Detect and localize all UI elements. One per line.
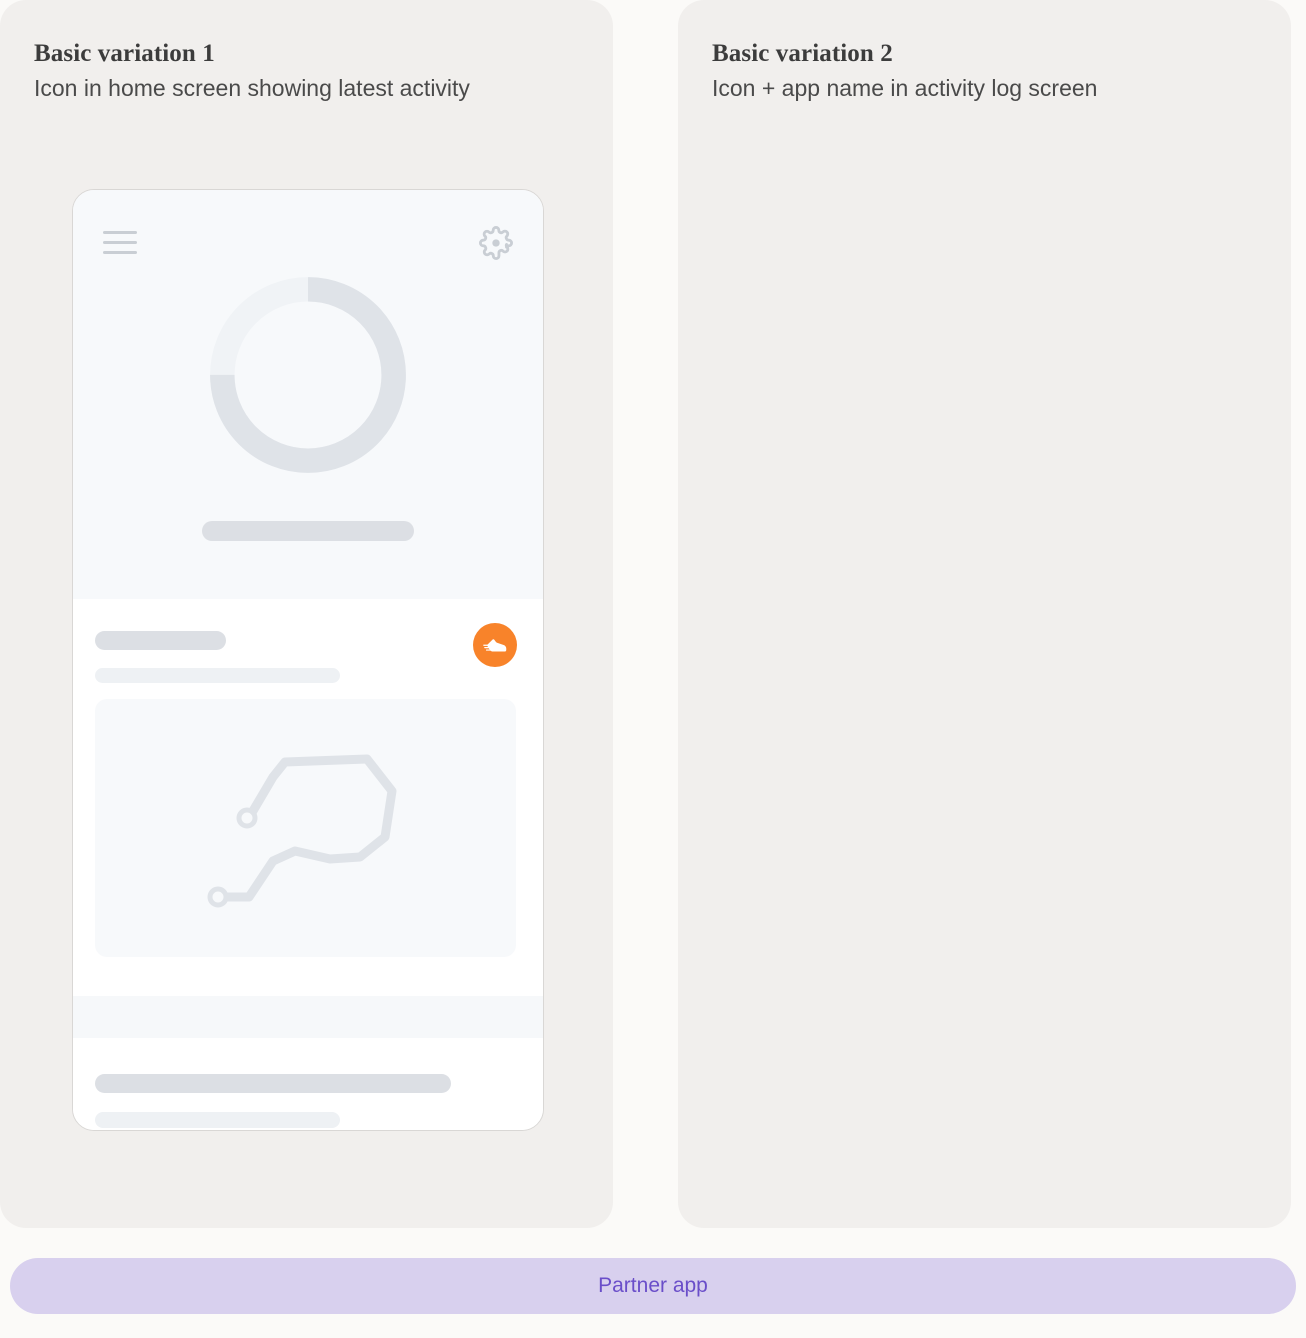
panel-2-header: Basic variation 2 Icon + app name in act… xyxy=(712,38,1267,105)
hero-metric-placeholder xyxy=(202,521,414,541)
home-bottom-section xyxy=(73,1038,543,1130)
variation-panel-1: Basic variation 1 Icon in home screen sh… xyxy=(0,0,613,1228)
partner-app-label: Partner app xyxy=(598,1274,708,1297)
partner-app-legend: Partner app xyxy=(10,1258,1296,1314)
hamburger-menu-icon[interactable] xyxy=(103,231,137,254)
running-shoe-icon[interactable] xyxy=(473,623,517,667)
activity-title-placeholder xyxy=(95,631,226,650)
latest-activity-card[interactable] xyxy=(73,599,543,996)
gear-icon[interactable] xyxy=(479,226,513,260)
panel-2-title: Basic variation 2 xyxy=(712,40,893,67)
phone-mockup-home-screen xyxy=(72,189,544,1131)
panel-1-subtitle: Icon in home screen showing latest activ… xyxy=(34,75,470,101)
design-spec-page: Basic variation 1 Icon in home screen sh… xyxy=(0,0,1306,1338)
panel-1-header: Basic variation 1 Icon in home screen sh… xyxy=(34,38,589,105)
bottom-title-placeholder xyxy=(95,1074,451,1093)
bottom-subtitle-placeholder xyxy=(95,1112,340,1128)
section-divider xyxy=(73,996,543,1038)
variation-panel-2: Basic variation 2 Icon + app name in act… xyxy=(678,0,1291,1228)
panel-2-subtitle: Icon + app name in activity log screen xyxy=(712,75,1098,101)
activity-progress-ring xyxy=(206,273,410,477)
home-hero-section xyxy=(73,190,543,599)
route-map-preview[interactable] xyxy=(95,699,516,957)
panel-1-title: Basic variation 1 xyxy=(34,40,215,67)
activity-subtitle-placeholder xyxy=(95,668,340,683)
